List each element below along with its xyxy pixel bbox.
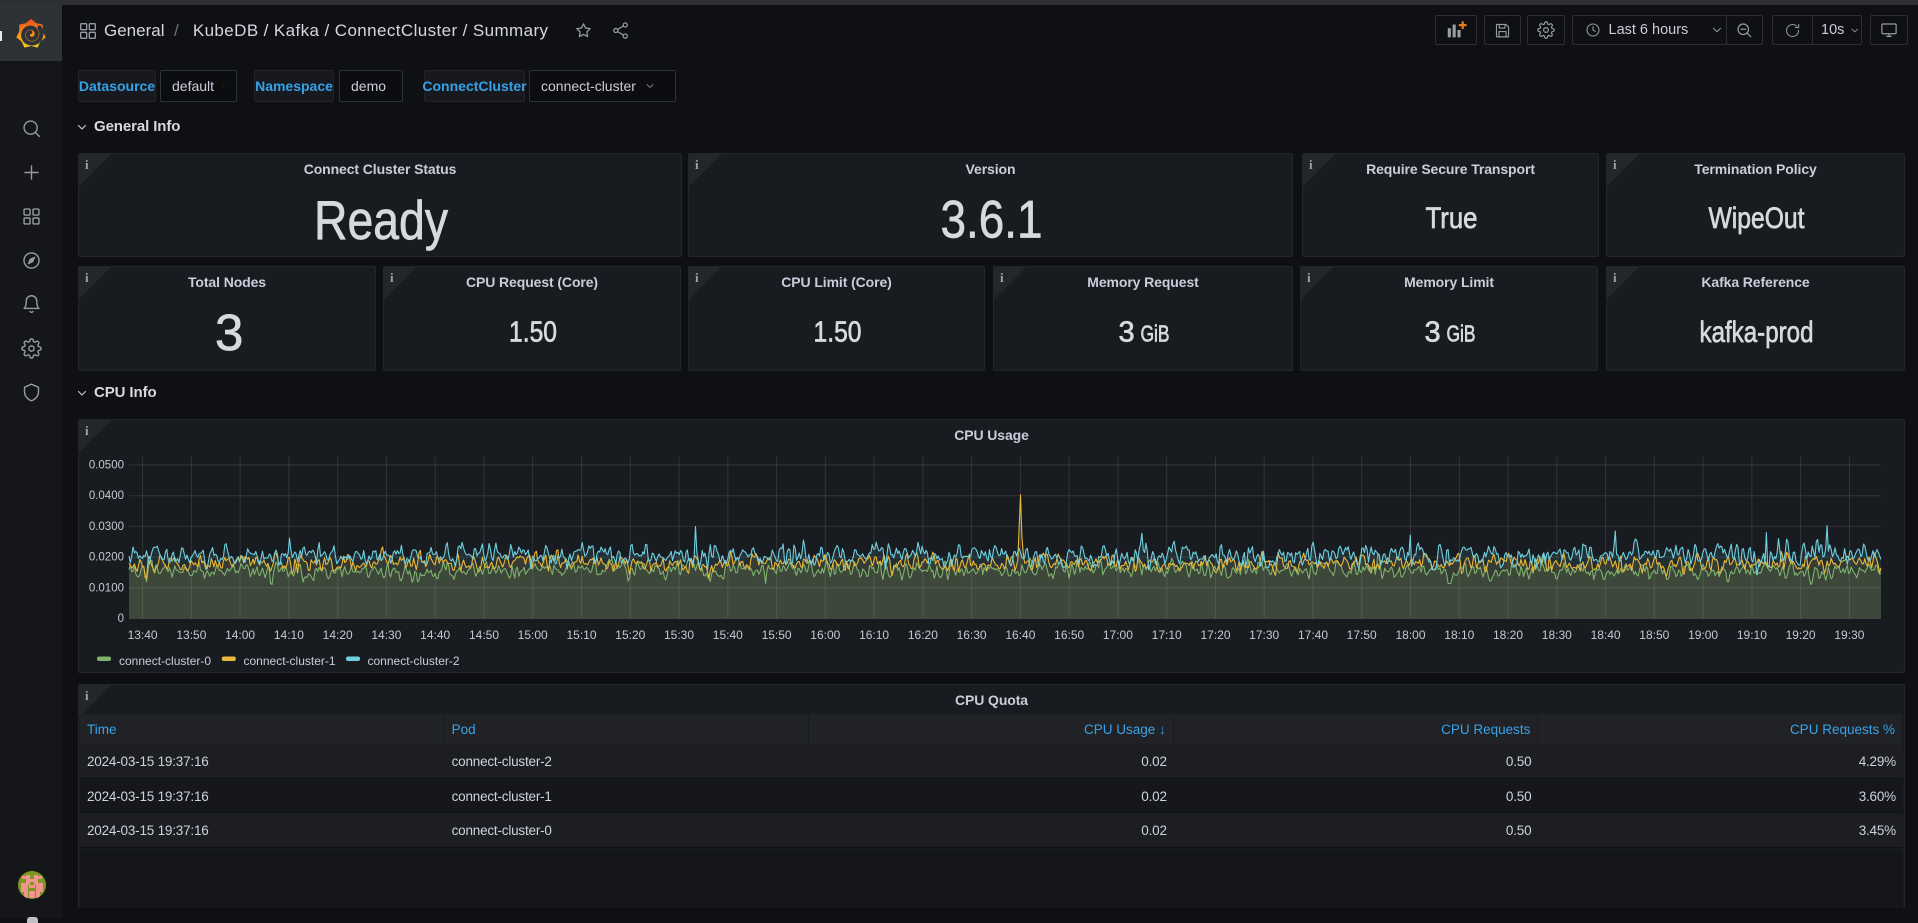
svg-text:3: 3 <box>1119 317 1135 349</box>
svg-text:18:10: 18:10 <box>1444 628 1474 642</box>
svg-text:14:30: 14:30 <box>371 628 401 642</box>
svg-text:16:20: 16:20 <box>908 628 938 642</box>
svg-text:19:30: 19:30 <box>1834 628 1864 642</box>
svg-text:13:50: 13:50 <box>176 628 206 642</box>
svg-text:18:20: 18:20 <box>1493 628 1523 642</box>
svg-text:16:40: 16:40 <box>1005 628 1035 642</box>
svg-text:1.50: 1.50 <box>509 317 557 349</box>
svg-text:0.0500: 0.0500 <box>89 460 124 472</box>
svg-text:0.0200: 0.0200 <box>89 552 124 564</box>
svg-text:17:50: 17:50 <box>1347 628 1377 642</box>
svg-text:0.0100: 0.0100 <box>89 582 124 594</box>
svg-text:connect-cluster-1: connect-cluster-1 <box>244 654 336 668</box>
svg-text:15:20: 15:20 <box>615 628 645 642</box>
svg-text:19:10: 19:10 <box>1737 628 1767 642</box>
svg-text:3: 3 <box>215 304 243 361</box>
svg-text:17:10: 17:10 <box>1152 628 1182 642</box>
svg-text:3.6.1: 3.6.1 <box>941 191 1043 250</box>
svg-text:18:30: 18:30 <box>1542 628 1572 642</box>
svg-text:17:40: 17:40 <box>1298 628 1328 642</box>
svg-text:14:40: 14:40 <box>420 628 450 642</box>
svg-text:0.0300: 0.0300 <box>89 521 124 533</box>
svg-text:16:10: 16:10 <box>859 628 889 642</box>
svg-text:connect-cluster-0: connect-cluster-0 <box>119 654 211 668</box>
svg-text:19:20: 19:20 <box>1786 628 1816 642</box>
svg-text:14:50: 14:50 <box>469 628 499 642</box>
svg-text:17:20: 17:20 <box>1200 628 1230 642</box>
svg-text:16:00: 16:00 <box>810 628 840 642</box>
svg-text:0.0400: 0.0400 <box>89 490 124 502</box>
svg-text:1.50: 1.50 <box>814 317 862 349</box>
svg-text:15:40: 15:40 <box>713 628 743 642</box>
svg-text:14:10: 14:10 <box>274 628 304 642</box>
svg-text:15:00: 15:00 <box>518 628 548 642</box>
svg-text:13:40: 13:40 <box>128 628 158 642</box>
svg-text:18:40: 18:40 <box>1591 628 1621 642</box>
svg-text:16:50: 16:50 <box>1054 628 1084 642</box>
svg-text:15:50: 15:50 <box>762 628 792 642</box>
svg-text:GiB: GiB <box>1141 321 1170 347</box>
svg-text:18:50: 18:50 <box>1639 628 1669 642</box>
svg-text:14:20: 14:20 <box>323 628 353 642</box>
svg-text:kafka-prod: kafka-prod <box>1700 316 1814 349</box>
svg-text:WipeOut: WipeOut <box>1709 202 1806 235</box>
svg-text:connect-cluster-2: connect-cluster-2 <box>368 654 460 668</box>
svg-text:17:00: 17:00 <box>1103 628 1133 642</box>
svg-text:15:10: 15:10 <box>566 628 596 642</box>
svg-text:True: True <box>1426 202 1478 235</box>
svg-text:16:30: 16:30 <box>957 628 987 642</box>
svg-text:14:00: 14:00 <box>225 628 255 642</box>
svg-text:3: 3 <box>1425 317 1441 349</box>
svg-text:19:00: 19:00 <box>1688 628 1718 642</box>
svg-text:17:30: 17:30 <box>1249 628 1279 642</box>
svg-text:15:30: 15:30 <box>664 628 694 642</box>
svg-text:GiB: GiB <box>1447 321 1476 347</box>
svg-text:Ready: Ready <box>314 189 448 251</box>
svg-text:0: 0 <box>118 613 124 625</box>
svg-text:18:00: 18:00 <box>1395 628 1425 642</box>
